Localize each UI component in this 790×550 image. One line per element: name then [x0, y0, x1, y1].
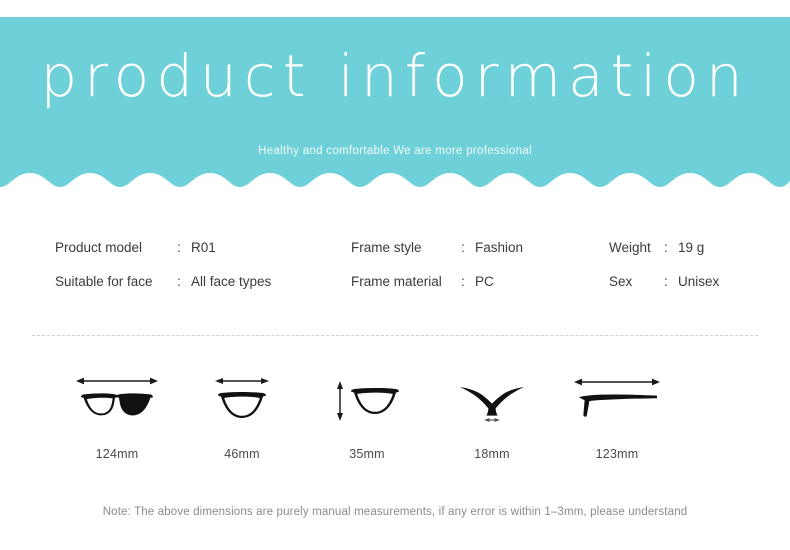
measurement-diagram-row: 124mm 46mm 35mm 18mm 123mm: [55, 368, 735, 461]
measurement-label: 35mm: [349, 447, 385, 461]
measurement-label: 123mm: [595, 447, 639, 461]
spec-colon: :: [461, 274, 465, 289]
temple-arm-icon: [571, 368, 663, 434]
spec-colon: :: [177, 274, 181, 289]
measurement-label: 124mm: [95, 447, 139, 461]
measurement-label: 18mm: [474, 447, 510, 461]
page-subtitle: Healthy and comfortable We are more prof…: [258, 145, 532, 157]
spec-colon: :: [664, 240, 668, 255]
spec-value: R01: [191, 240, 216, 255]
lens-height-icon: [331, 368, 403, 434]
spec-row: Suitable for face : All face types Frame…: [0, 274, 790, 289]
spec-label: Sex: [609, 274, 633, 289]
footer-note: Note: The above dimensions are purely ma…: [102, 506, 688, 518]
glasses-front-icon: [73, 368, 161, 434]
lens-width-icon: [210, 368, 274, 434]
header-banner: product information Healthy and comforta…: [0, 17, 790, 195]
page-title: product information: [40, 42, 750, 110]
spec-item-product-model: Product model : R01: [55, 240, 351, 255]
measurement-item-lens-width: 46mm: [180, 368, 304, 461]
wave-divider-icon: [0, 173, 790, 195]
spec-item-weight: Weight : 19 g: [609, 240, 779, 255]
measurement-item-temple-length: 123mm: [555, 368, 679, 461]
spec-value: PC: [475, 274, 494, 289]
spec-value: Fashion: [475, 240, 524, 255]
spec-item-sex: Sex : Unisex: [609, 274, 779, 289]
spec-colon: :: [664, 274, 668, 289]
spec-row: Product model : R01 Frame style : Fashio…: [0, 240, 790, 255]
spec-label: Frame material: [351, 274, 442, 289]
spec-colon: :: [177, 240, 181, 255]
spec-colon: :: [461, 240, 465, 255]
spec-item-suitable-for-face: Suitable for face : All face types: [55, 274, 351, 289]
measurement-item-lens-height: 35mm: [305, 368, 429, 461]
spec-value: 19 g: [678, 240, 705, 255]
measurement-label: 46mm: [224, 447, 260, 461]
spec-label: Product model: [55, 240, 143, 255]
specification-table: Product model : R01 Frame style : Fashio…: [0, 240, 790, 308]
spec-value: All face types: [191, 274, 272, 289]
spec-item-frame-style: Frame style : Fashion: [351, 240, 609, 255]
spec-item-frame-material: Frame material : PC: [351, 274, 609, 289]
measurement-item-frame-width: 124mm: [55, 368, 179, 461]
measurement-item-bridge-width: 18mm: [430, 368, 554, 461]
spec-value: Unisex: [678, 274, 720, 289]
spec-label: Weight: [609, 240, 651, 255]
spec-label: Frame style: [351, 240, 422, 255]
section-divider: [32, 335, 758, 336]
spec-label: Suitable for face: [55, 274, 153, 289]
bridge-width-icon: [456, 368, 528, 434]
